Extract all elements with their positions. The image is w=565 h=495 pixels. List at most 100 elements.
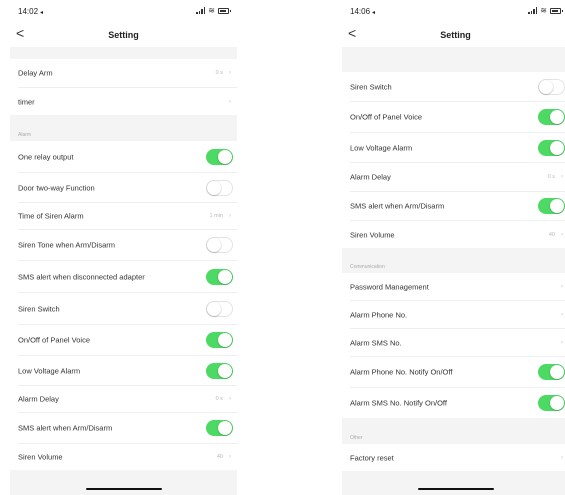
section-title: Alarm (18, 132, 32, 138)
toggle-switch[interactable] (206, 420, 233, 436)
row-label: SMS alert when Arm/Disarm (18, 423, 113, 433)
row-label: Password Management (350, 282, 429, 291)
setting-row-panel-voice: On/Off of Panel Voice (10, 325, 237, 355)
chevron-right-icon: › (229, 98, 231, 105)
row-label: Alarm Delay (18, 394, 59, 404)
toggle-switch[interactable] (206, 300, 233, 317)
row-label: SMS alert when Arm/Disarm (350, 201, 445, 211)
section-spacer (342, 47, 565, 72)
toggle-switch[interactable] (538, 364, 565, 380)
row-label: SMS alert when disconnected adapter (18, 272, 145, 281)
row-label: Alarm Delay (350, 172, 391, 182)
chevron-right-icon: › (229, 454, 231, 460)
setting-row-alarm-sms-no[interactable]: Alarm SMS No. › (342, 329, 565, 356)
row-label: Siren Switch (18, 304, 60, 313)
page-title: Setting (108, 30, 139, 40)
home-indicator[interactable] (85, 487, 162, 490)
row-label: Factory reset (350, 453, 394, 462)
setting-row-low-voltage-alarm: Low Voltage Alarm (10, 356, 237, 385)
row-label: Door two-way Function (18, 183, 95, 192)
setting-row-siren-switch: Siren Switch (10, 293, 237, 324)
setting-row-alarm-delay[interactable]: Alarm Delay 0 s › (342, 163, 565, 191)
setting-row-siren-volume[interactable]: Siren Volume 40 › (10, 444, 237, 470)
setting-row-password-management[interactable]: Password Management › (342, 273, 565, 300)
row-value: 40 (548, 231, 555, 238)
cellular-signal-icon (528, 7, 538, 14)
setting-row-phone-notify: Alarm Phone No. Notify On/Off (342, 357, 565, 387)
setting-row-sms-arm-disarm: SMS alert when Arm/Disarm (10, 413, 237, 443)
chevron-right-icon: › (561, 174, 563, 180)
setting-row-door-two-way: Door two-way Function (10, 173, 237, 202)
chevron-right-icon: › (561, 231, 563, 238)
toggle-switch[interactable] (206, 179, 233, 196)
row-value: 40 (216, 454, 223, 460)
toggle-switch[interactable] (538, 139, 565, 156)
setting-row-sms-arm-disarm: SMS alert when Arm/Disarm (342, 192, 565, 220)
setting-row-factory-reset[interactable]: Factory reset › (342, 444, 565, 471)
location-icon: ◂ (40, 10, 44, 16)
wifi-icon: ≋ (540, 6, 547, 15)
bottom-spacer (10, 470, 237, 495)
settings-screen-right: 14:06 ◂ ≋ < Setting Siren Switch On/Off o… (342, 0, 565, 495)
page-title: Setting (440, 30, 471, 40)
setting-row-alarm-delay[interactable]: Alarm Delay 0 s › (10, 386, 237, 412)
chevron-right-icon: › (229, 70, 231, 76)
chevron-right-icon: › (229, 396, 231, 402)
home-indicator[interactable] (417, 487, 494, 490)
setting-row-one-relay-output: One relay output (10, 141, 237, 172)
row-label: Alarm SMS No. (350, 338, 402, 347)
setting-row-delay-arm[interactable]: Delay Arm 0 s › (10, 59, 237, 87)
wifi-icon: ≋ (208, 6, 215, 15)
row-label: Alarm Phone No. Notify On/Off (350, 367, 453, 377)
row-label: Low Voltage Alarm (350, 143, 413, 152)
row-label: Siren Volume (350, 230, 395, 239)
row-label: On/Off of Panel Voice (18, 335, 90, 345)
nav-bar: < Setting (10, 22, 237, 47)
section-header-alarm: Alarm (10, 115, 237, 141)
setting-row-alarm-phone-no[interactable]: Alarm Phone No. › (342, 301, 565, 328)
nav-bar: < Setting (342, 22, 565, 47)
toggle-switch[interactable] (538, 78, 565, 95)
section-title: Communication (350, 264, 385, 270)
setting-row-panel-voice: On/Off of Panel Voice (342, 102, 565, 132)
row-label: Siren Tone when Arm/Disarm (18, 240, 115, 250)
status-bar: 14:06 ◂ ≋ (342, 0, 565, 22)
setting-row-time-of-siren-alarm[interactable]: Time of Siren Alarm 1 min › (10, 203, 237, 229)
chevron-right-icon: › (561, 339, 563, 346)
row-label: Alarm Phone No. (350, 310, 408, 319)
chevron-right-icon: › (561, 454, 563, 461)
toggle-switch[interactable] (538, 395, 565, 411)
toggle-switch[interactable] (206, 332, 233, 348)
row-label: Siren Volume (18, 452, 63, 462)
status-time: 14:06 (350, 7, 371, 16)
row-label: Delay Arm (18, 68, 53, 78)
status-time: 14:02 (18, 7, 39, 16)
toggle-switch[interactable] (538, 198, 565, 214)
cellular-signal-icon (196, 7, 206, 14)
row-label: Low Voltage Alarm (18, 366, 81, 375)
section-header-other: Other (342, 418, 565, 444)
section-header-communication: Communication (342, 248, 565, 273)
section-spacer (10, 47, 237, 59)
status-bar: 14:02 ◂ ≋ (10, 0, 237, 22)
row-value: 0 s (547, 174, 555, 180)
location-icon: ◂ (372, 10, 376, 16)
row-label: timer (18, 97, 35, 106)
row-value: 1 min (209, 213, 223, 219)
toggle-switch[interactable] (538, 109, 565, 125)
setting-row-siren-tone: Siren Tone when Arm/Disarm (10, 230, 237, 260)
toggle-switch[interactable] (206, 362, 233, 379)
chevron-right-icon: › (229, 213, 231, 219)
setting-row-sms-disconnected-adapter: SMS alert when disconnected adapter (10, 261, 237, 292)
row-label: Alarm SMS No. Notify On/Off (350, 398, 447, 408)
row-value: 0 s (215, 396, 223, 402)
battery-icon (550, 7, 563, 14)
toggle-switch[interactable] (206, 237, 233, 253)
setting-row-timer[interactable]: timer › (10, 88, 237, 115)
setting-row-siren-switch: Siren Switch (342, 72, 565, 101)
toggle-switch[interactable] (206, 268, 233, 285)
setting-row-siren-volume[interactable]: Siren Volume 40 › (342, 221, 565, 248)
chevron-right-icon: › (561, 283, 563, 290)
row-label: Siren Switch (350, 82, 392, 91)
toggle-switch[interactable] (206, 148, 233, 165)
